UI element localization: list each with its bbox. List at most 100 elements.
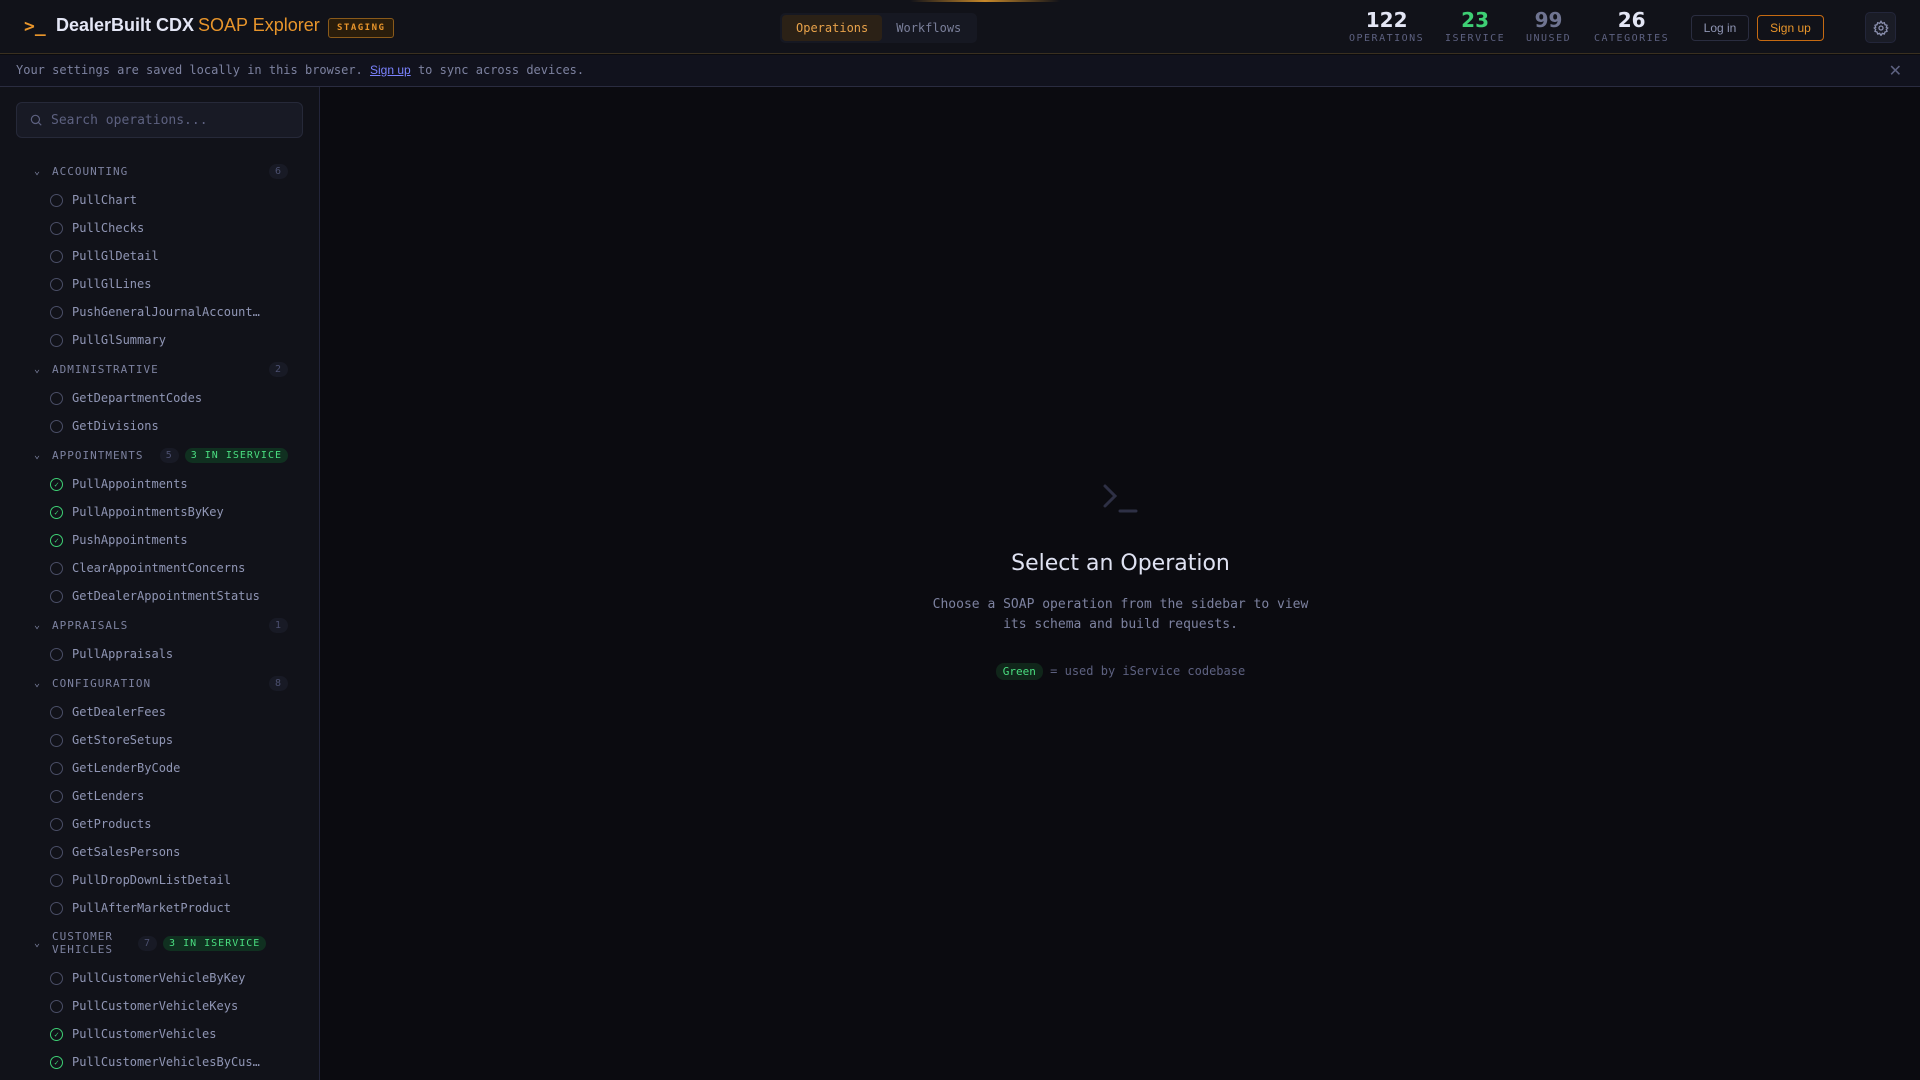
search-input[interactable]: [51, 112, 291, 128]
category-header[interactable]: ⌄ APPOINTMENTS 5 3 IN ISERVICE: [0, 440, 319, 470]
terminal-logo-icon: >_: [24, 16, 46, 37]
operation-name: PullChecks: [72, 221, 145, 235]
circle-icon: [50, 999, 63, 1013]
category-count: 2: [268, 361, 288, 377]
app-title-main: DealerBuilt CDX: [56, 15, 195, 35]
operation-item[interactable]: ✓ PullAppointments: [0, 470, 319, 498]
circle-icon: [50, 249, 63, 263]
category-header[interactable]: ⌄ ADMINISTRATIVE 2: [0, 354, 319, 384]
empty-desc-1: Choose a SOAP operation from the sidebar…: [932, 597, 1309, 612]
operation-item[interactable]: GetDealerAppointmentStatus: [0, 582, 319, 610]
operation-item[interactable]: PullCustomerVehicleKeys: [0, 992, 319, 1020]
operation-name: PullChart: [72, 193, 138, 207]
category-header[interactable]: ⌄ CONFIGURATION 8: [0, 668, 319, 698]
operation-item[interactable]: GetLenderByCode: [0, 754, 319, 782]
operation-item[interactable]: PullDropDownListDetail: [0, 866, 319, 894]
operation-item[interactable]: GetProducts: [0, 810, 319, 838]
tab-workflows[interactable]: Workflows: [882, 15, 975, 41]
operation-item[interactable]: ✓ PushAppointments: [0, 526, 319, 554]
circle-icon: [50, 761, 63, 775]
operation-item[interactable]: ClearAppointmentConcerns: [0, 554, 319, 582]
operation-name: PullAppointments: [72, 477, 188, 491]
operation-item[interactable]: ✓ PullCustomerVehicles: [0, 1020, 319, 1048]
operation-name: GetLenderByCode: [72, 761, 181, 775]
empty-title: Select an Operation: [1011, 551, 1230, 576]
close-icon[interactable]: ✕: [1889, 55, 1902, 86]
operation-name: PullCustomerVehicleKeys: [72, 999, 239, 1013]
search-box: [16, 102, 303, 138]
tab-operations[interactable]: Operations: [782, 15, 883, 41]
operation-item[interactable]: GetDealerFees: [0, 698, 319, 726]
operation-item[interactable]: ✓ PullCustomerVehiclesByCustomer: [0, 1048, 319, 1076]
accent-line: [910, 0, 1060, 2]
operation-item[interactable]: ✓ PullAppointmentsByKey: [0, 498, 319, 526]
category-name: ACCOUNTING: [52, 164, 129, 178]
operation-item[interactable]: PullCustomerVehicleByKey: [0, 964, 319, 992]
iservice-badge: 3 IN ISERVICE: [184, 447, 288, 463]
operation-item[interactable]: PullAppraisals: [0, 640, 319, 668]
circle-icon: [50, 277, 63, 291]
category-count: 6: [268, 163, 288, 179]
operation-item[interactable]: PullChart: [0, 186, 319, 214]
operation-item[interactable]: GetDivisions: [0, 412, 319, 440]
app-title: DealerBuilt CDX SOAP Explorer: [56, 15, 320, 36]
operation-name: GetSalesPersons: [72, 845, 181, 859]
circle-icon: [50, 589, 63, 603]
operation-name: PullAfterMarketProduct: [72, 901, 231, 915]
check-circle-icon: ✓: [50, 505, 63, 519]
operation-item[interactable]: GetLenders: [0, 782, 319, 810]
gear-icon: [1872, 19, 1889, 36]
settings-button[interactable]: [1865, 12, 1896, 43]
legend-text: = used by iService codebase: [1050, 664, 1246, 678]
operation-name: PullGlDetail: [72, 249, 159, 263]
category-header[interactable]: ⌄ ACCOUNTING 6: [0, 156, 319, 186]
operation-item[interactable]: PullChecks: [0, 214, 319, 242]
operation-name: PullAppraisals: [72, 647, 174, 661]
app-subtitle: SOAP Explorer: [198, 15, 320, 35]
main-panel: Select an Operation Choose a SOAP operat…: [321, 87, 1920, 1080]
stat-iservice: 23 ISERVICE: [1445, 8, 1505, 44]
chevron-down-icon: ⌄: [34, 363, 42, 375]
check-circle-icon: ✓: [50, 533, 63, 547]
login-button[interactable]: Log in: [1691, 15, 1749, 41]
operation-item[interactable]: GetDepartmentCodes: [0, 384, 319, 412]
banner-text: Your settings are saved locally in this …: [16, 63, 363, 77]
operation-item[interactable]: GetSalesPersons: [0, 838, 319, 866]
operation-name: GetLenders: [72, 789, 145, 803]
empty-desc-2: its schema and build requests.: [1003, 617, 1238, 632]
circle-icon: [50, 305, 63, 319]
category-header[interactable]: ⌄ CUSTOMER VEHICLES 7 3 IN ISERVICE: [0, 922, 319, 964]
category-count: 8: [268, 675, 288, 691]
circle-icon: [50, 647, 63, 661]
iservice-badge: 3 IN ISERVICE: [163, 935, 267, 951]
operation-name: GetProducts: [72, 817, 152, 831]
stat-value: 122: [1365, 8, 1408, 32]
operation-item[interactable]: PullAfterMarketProduct: [0, 894, 319, 922]
stat-categories: 26 CATEGORIES: [1594, 8, 1669, 44]
check-circle-icon: ✓: [50, 1055, 63, 1069]
banner-signup-link[interactable]: Sign up: [370, 63, 411, 77]
operation-name: PullCustomerVehicleByKey: [72, 971, 246, 985]
operation-item[interactable]: GetStoreSetups: [0, 726, 319, 754]
operation-item[interactable]: PullGlDetail: [0, 242, 319, 270]
chevron-down-icon: ⌄: [34, 619, 42, 631]
category-count: 1: [268, 617, 288, 633]
operation-item[interactable]: PullGlLines: [0, 270, 319, 298]
category-header[interactable]: ⌄ APPRAISALS 1: [0, 610, 319, 640]
circle-icon: [50, 971, 63, 985]
chevron-down-icon: ⌄: [34, 937, 42, 949]
category-count: 5: [159, 447, 179, 463]
sync-banner: Your settings are saved locally in this …: [0, 55, 1920, 87]
stat-value: 26: [1617, 8, 1646, 32]
circle-icon: [50, 845, 63, 859]
operation-name: GetStoreSetups: [72, 733, 174, 747]
operation-name: GetDealerFees: [72, 705, 166, 719]
check-circle-icon: ✓: [50, 477, 63, 491]
operation-item[interactable]: PullGlSummary: [0, 326, 319, 354]
signup-button[interactable]: Sign up: [1757, 15, 1824, 41]
operation-item[interactable]: PushGeneralJournalAccounting: [0, 298, 319, 326]
stat-unused: 99 UNUSED: [1526, 8, 1571, 44]
operation-list: ⌄ ACCOUNTING 6 PullChart PullChecks PullGlDet…: [0, 156, 319, 1076]
view-tabs: Operations Workflows: [780, 13, 978, 43]
circle-icon: [50, 221, 63, 235]
